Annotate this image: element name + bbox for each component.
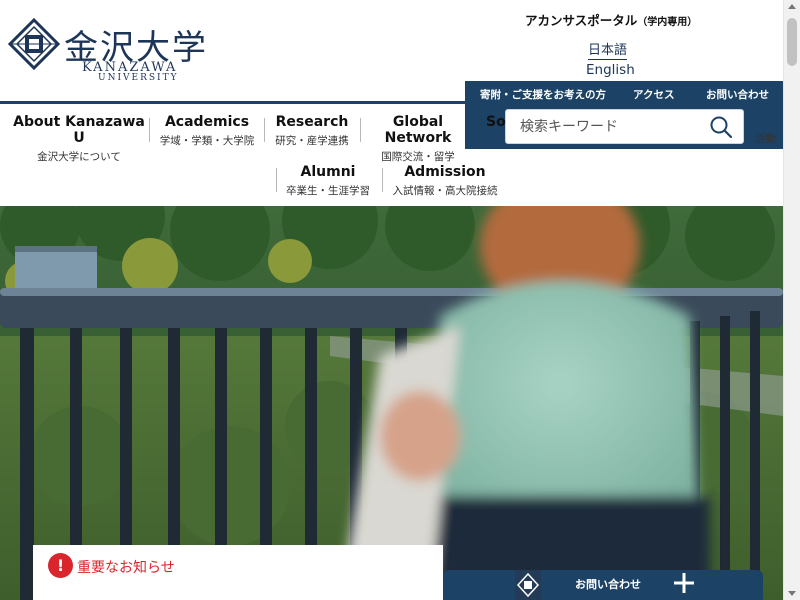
access-link[interactable]: アクセス — [633, 87, 674, 102]
acanthus-portal-link[interactable]: アカンサスポータル（学内専用） — [525, 10, 697, 29]
nav-separator — [382, 168, 383, 192]
page-scrollbar[interactable] — [783, 0, 800, 600]
nav-global-network[interactable]: Global Network 国際交流・留学 — [362, 114, 474, 164]
contact-emblem-icon — [515, 570, 541, 600]
contact-floating-bar[interactable]: お問い合わせ — [443, 570, 763, 600]
nav-social[interactable]: So — [486, 114, 506, 130]
nav-about-en: About Kanazawa U — [13, 114, 145, 146]
nav-admission-jp: 入試情報・高大院接続 — [392, 185, 498, 197]
nav-alumni-jp: 卒業生・生涯学習 — [286, 185, 370, 197]
notice-title: 重要なお知らせ — [77, 560, 175, 576]
nav-clipped-label: 活動 — [755, 133, 776, 145]
hero-photo — [0, 206, 783, 600]
emblem-icon — [516, 572, 540, 598]
scroll-thumb[interactable] — [787, 18, 797, 66]
contact-link[interactable]: お問い合わせ — [706, 87, 769, 102]
nav-admission[interactable]: Admission 入試情報・高大院接続 — [386, 164, 504, 198]
nav-social-en: So — [486, 114, 506, 130]
nav-academics-jp: 学域・学類・大学院 — [159, 135, 255, 147]
important-notice[interactable]: ! 重要なお知らせ — [33, 545, 443, 600]
language-english-link[interactable]: English — [586, 62, 635, 78]
alert-icon: ! — [48, 553, 73, 578]
nav-research-jp: 研究・産学連携 — [275, 135, 349, 147]
nav-academics-en: Academics — [164, 114, 250, 130]
portal-note: （学内専用） — [637, 17, 698, 28]
university-emblem-icon — [8, 18, 60, 70]
donate-link[interactable]: 寄附・ご支援をお考えの方 — [480, 87, 606, 102]
search-box — [505, 109, 744, 144]
portal-label: アカンサスポータル — [525, 13, 638, 28]
nav-alumni-en: Alumni — [300, 164, 356, 180]
nav-academics[interactable]: Academics 学域・学類・大学院 — [152, 114, 262, 148]
nav-research[interactable]: Research 研究・産学連携 — [266, 114, 358, 148]
nav-about[interactable]: About Kanazawa U 金沢大学について — [12, 114, 146, 164]
nav-about-jp: 金沢大学について — [37, 151, 121, 163]
language-japanese-link[interactable]: 日本語 — [588, 39, 628, 60]
contact-label: お問い合わせ — [575, 578, 641, 591]
nav-admission-en: Admission — [404, 164, 486, 180]
nav-separator — [276, 168, 277, 192]
nav-global-jp: 国際交流・留学 — [381, 151, 455, 163]
nav-alumni[interactable]: Alumni 卒業生・生涯学習 — [280, 164, 376, 198]
plus-icon[interactable] — [671, 570, 697, 596]
nav-global-en: Global Network — [384, 114, 452, 146]
nav-separator — [149, 118, 150, 142]
nav-separator — [264, 118, 265, 142]
university-logo[interactable]: 金沢大学 KANAZAWA UNIVERSITY — [8, 16, 218, 83]
logo-text-en: KANAZAWA UNIVERSITY — [82, 60, 179, 83]
scroll-up-arrow-icon[interactable] — [788, 4, 796, 9]
hero-image — [0, 206, 783, 600]
nav-separator — [360, 118, 361, 142]
nav-research-en: Research — [275, 114, 349, 130]
search-icon[interactable] — [709, 115, 733, 139]
scroll-down-arrow-icon[interactable] — [788, 591, 796, 596]
search-input[interactable] — [506, 110, 696, 143]
